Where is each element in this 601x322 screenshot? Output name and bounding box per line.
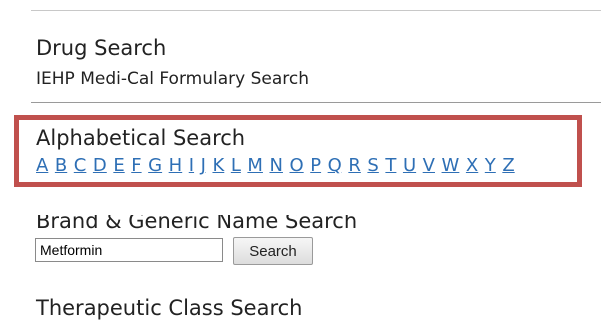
- letter-link-t[interactable]: T: [385, 155, 396, 177]
- letter-link-e[interactable]: E: [113, 155, 124, 177]
- drug-search-page: Drug Search IEHP Medi-Cal Formulary Sear…: [0, 0, 601, 322]
- brand-generic-search-heading: Brand & Generic Name Search: [36, 209, 358, 233]
- letter-link-m[interactable]: M: [247, 155, 263, 177]
- letter-link-f[interactable]: F: [131, 155, 141, 177]
- section-divider: [31, 102, 601, 103]
- letter-link-d[interactable]: D: [93, 155, 107, 177]
- search-button[interactable]: Search: [233, 237, 313, 265]
- letter-link-h[interactable]: H: [169, 155, 183, 177]
- letter-link-w[interactable]: W: [442, 155, 460, 177]
- letter-link-n[interactable]: N: [269, 155, 282, 177]
- letter-link-v[interactable]: V: [423, 155, 435, 177]
- letter-link-i[interactable]: I: [189, 155, 194, 177]
- letter-link-k[interactable]: K: [212, 155, 224, 177]
- letter-link-j[interactable]: J: [201, 155, 206, 177]
- letter-link-a[interactable]: A: [36, 155, 48, 177]
- therapeutic-class-search-heading: Therapeutic Class Search: [36, 296, 303, 320]
- drug-name-search-input[interactable]: [35, 238, 223, 262]
- formulary-subtitle: IEHP Medi-Cal Formulary Search: [36, 69, 309, 89]
- letter-link-q[interactable]: Q: [328, 155, 342, 177]
- letter-link-b[interactable]: B: [55, 155, 67, 177]
- letter-link-s[interactable]: S: [367, 155, 378, 177]
- alphabetical-search-heading: Alphabetical Search: [36, 126, 246, 150]
- letter-link-g[interactable]: G: [148, 155, 162, 177]
- letter-link-z[interactable]: Z: [502, 155, 514, 177]
- letter-link-x[interactable]: X: [466, 155, 478, 177]
- letter-link-o[interactable]: O: [290, 155, 304, 177]
- top-divider: [31, 10, 601, 11]
- letter-link-y[interactable]: Y: [485, 155, 496, 177]
- letter-link-l[interactable]: L: [231, 155, 241, 177]
- letter-link-u[interactable]: U: [403, 155, 416, 177]
- letter-link-p[interactable]: P: [310, 155, 321, 177]
- letter-link-c[interactable]: C: [74, 155, 87, 177]
- alphabet-link-list: ABCDEFGHIJKLMNOPQRSTUVWXYZ: [36, 155, 521, 177]
- drug-search-heading: Drug Search: [36, 36, 167, 60]
- letter-link-r[interactable]: R: [348, 155, 361, 177]
